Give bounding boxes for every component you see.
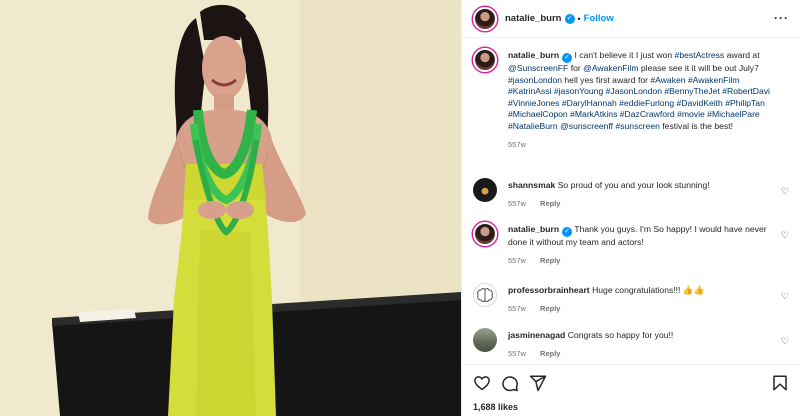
comment-meta: 557w Reply (508, 255, 778, 267)
commenter-username[interactable]: jasminenagad (508, 330, 565, 340)
comment-like-icon[interactable]: ♡ (781, 291, 789, 302)
comment-age: 557w (508, 348, 526, 358)
verified-badge-icon: ✓ (564, 13, 575, 24)
comment-text: Huge congratulations!!! 👍👍 (592, 285, 705, 295)
reply-button[interactable]: Reply (540, 349, 560, 358)
post-header: natalie_burn ✓ • Follow ··· (462, 0, 800, 38)
verified-badge-icon: ✓ (562, 53, 573, 63)
separator-dot: • (577, 13, 581, 24)
caption-text-3: for (568, 63, 584, 73)
comment-like-icon[interactable]: ♡ (781, 230, 789, 241)
comment-meta: 557w Reply (508, 198, 778, 210)
verified-badge-icon: ✓ (562, 227, 573, 237)
share-icon[interactable] (529, 374, 547, 392)
comment-age: 557w (508, 255, 526, 265)
comment-icon[interactable] (501, 374, 519, 392)
comment-age: 557w (508, 198, 526, 208)
caption-text-4: please see it it will be out July7 (638, 63, 759, 73)
comment-body: professorbrainheart Huge congratulations… (508, 285, 778, 314)
photo-illustration (0, 0, 461, 416)
commenter-avatar[interactable] (473, 283, 497, 307)
caption-username[interactable]: natalie_burn (508, 50, 559, 60)
commenter-username[interactable]: professorbrainheart (508, 285, 590, 295)
caption-text-1: I can't believe it I just won (572, 50, 675, 60)
brain-icon (477, 288, 493, 302)
comment-body: jasminenagad Congrats so happy for you!!… (508, 330, 778, 359)
caption-text-5: hell yes first award for (562, 74, 651, 85)
reply-button[interactable]: Reply (540, 304, 560, 313)
heart-icon[interactable] (473, 374, 491, 392)
commenter-avatar[interactable] (473, 328, 497, 352)
comment-meta: 557w Reply (508, 303, 778, 315)
caption-text-6: festival is the best! (659, 120, 733, 131)
hashtag-link[interactable]: #bestActress (675, 50, 725, 60)
follow-button[interactable]: Follow (584, 13, 614, 24)
hashtag-link[interactable]: #jasonLondon (508, 75, 562, 85)
comment-text: Congrats so happy for you!! (567, 330, 674, 340)
mention-link[interactable]: @SunscreenFF (508, 63, 568, 73)
caption-avatar[interactable] (473, 48, 497, 72)
comment-text: So proud of you and your look stunning! (557, 180, 710, 190)
bookmark-icon[interactable] (771, 374, 789, 392)
author-username[interactable]: natalie_burn (505, 13, 562, 24)
reply-button[interactable]: Reply (540, 256, 560, 265)
likes-count[interactable]: 1,688 likes (473, 402, 518, 412)
comment-meta: 557w Reply (508, 348, 778, 360)
comment-like-icon[interactable]: ♡ (781, 336, 789, 347)
commenter-username[interactable]: natalie_burn (508, 224, 559, 234)
action-icons (473, 374, 547, 392)
mention-link[interactable]: @AwakenFilm (583, 63, 638, 73)
more-options-icon[interactable]: ··· (774, 11, 789, 25)
caption-body: natalie_burn ✓ I can't believe it I just … (508, 50, 778, 150)
post-photo[interactable] (0, 0, 461, 416)
caption-age: 557w (508, 139, 526, 149)
comment-body: natalie_burn ✓ Thank you guys. I'm So hap… (508, 224, 778, 266)
post-sidebar: natalie_burn ✓ • Follow ··· natalie_burn… (461, 0, 800, 416)
comment-body: shannsmak So proud of you and your look … (508, 180, 778, 209)
post-actions: 1,688 likes (462, 364, 800, 416)
caption-meta: 557w (508, 139, 778, 151)
commenter-username[interactable]: shannsmak (508, 180, 555, 190)
commenter-avatar[interactable] (473, 222, 497, 246)
comment-like-icon[interactable]: ♡ (781, 186, 789, 197)
commenter-avatar[interactable] (473, 178, 497, 202)
caption-text-2: award at (724, 50, 760, 60)
comments-list[interactable]: natalie_burn ✓ I can't believe it I just … (462, 38, 800, 364)
reply-button[interactable]: Reply (540, 199, 560, 208)
comment-age: 557w (508, 303, 526, 313)
author-avatar[interactable] (473, 6, 497, 31)
